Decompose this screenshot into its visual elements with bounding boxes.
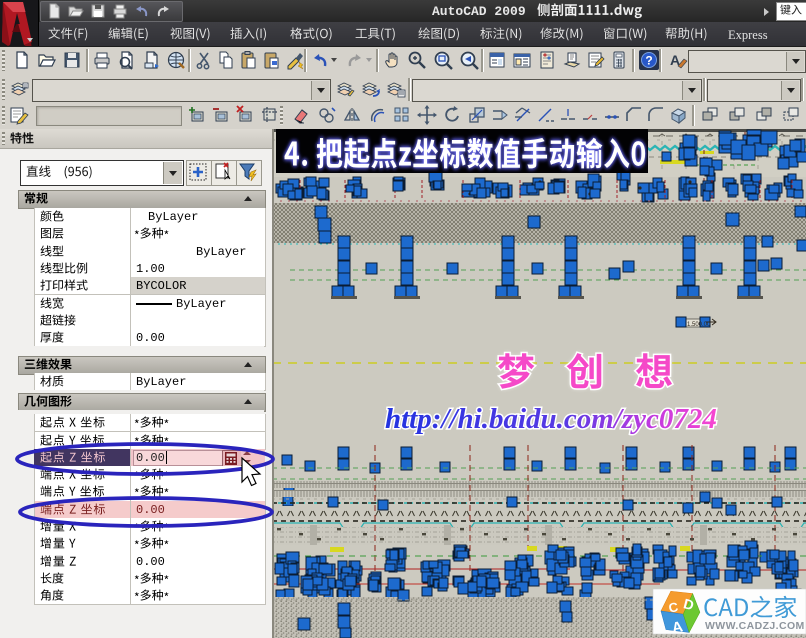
svg-text:WWW.CADZJ.COM: WWW.CADZJ.COM — [705, 620, 805, 632]
svg-text:1.500.00: 1.500.00 — [687, 322, 711, 328]
svg-text:http://hi.baidu.com/zyc0724: http://hi.baidu.com/zyc0724 — [385, 403, 717, 435]
